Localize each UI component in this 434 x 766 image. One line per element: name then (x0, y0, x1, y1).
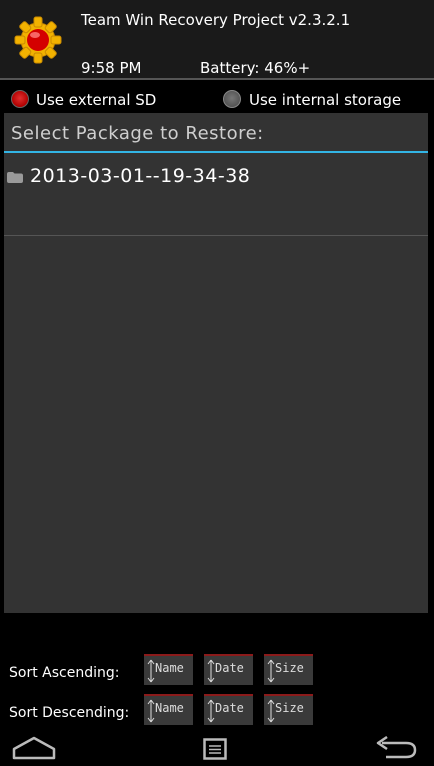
sort-arrows-icon (267, 699, 275, 723)
sort-arrows-icon (207, 659, 215, 683)
file-name: 2013-03-01--19-34-38 (30, 165, 251, 187)
back-icon[interactable] (374, 736, 418, 760)
internal-storage-radio[interactable] (223, 90, 241, 108)
menu-icon[interactable] (203, 738, 227, 760)
clock-text: 9:58 PM (81, 59, 142, 77)
sort-asc-size-button[interactable]: Size (264, 654, 313, 685)
sort-ascending-label: Sort Ascending: (9, 665, 120, 681)
storage-selector: Use external SD Use internal storage (0, 88, 434, 112)
header-bar: Team Win Recovery Project v2.3.2.1 9:58 … (0, 0, 434, 78)
sort-button-label: Date (215, 701, 244, 715)
twrp-logo-icon (14, 16, 62, 64)
list-item[interactable]: 2013-03-01--19-34-38 (4, 153, 428, 236)
panel-title: Select Package to Restore: (11, 123, 264, 144)
sort-arrows-icon (147, 699, 155, 723)
sort-asc-name-button[interactable]: Name (144, 654, 193, 685)
sort-button-label: Name (155, 701, 184, 715)
sort-descending-label: Sort Descending: (9, 705, 130, 721)
sort-arrows-icon (267, 659, 275, 683)
sort-button-label: Size (275, 661, 304, 675)
sort-desc-size-button[interactable]: Size (264, 694, 313, 725)
header-divider (0, 78, 434, 80)
package-list-panel: Select Package to Restore: 2013-03-01--1… (4, 113, 428, 613)
external-sd-radio[interactable] (11, 90, 29, 108)
sort-button-label: Size (275, 701, 304, 715)
home-icon[interactable] (12, 736, 56, 760)
list-divider (4, 235, 428, 236)
internal-storage-label[interactable]: Use internal storage (249, 91, 401, 109)
app-title: Team Win Recovery Project v2.3.2.1 (81, 11, 351, 29)
external-sd-label[interactable]: Use external SD (36, 91, 156, 109)
folder-icon (7, 172, 23, 183)
sort-desc-date-button[interactable]: Date (204, 694, 253, 725)
sort-arrows-icon (207, 699, 215, 723)
sort-asc-date-button[interactable]: Date (204, 654, 253, 685)
sort-button-label: Date (215, 661, 244, 675)
navigation-bar (0, 730, 434, 766)
sort-arrows-icon (147, 659, 155, 683)
sort-button-label: Name (155, 661, 184, 675)
battery-status: Battery: 46%+ (200, 59, 311, 77)
sort-desc-name-button[interactable]: Name (144, 694, 193, 725)
